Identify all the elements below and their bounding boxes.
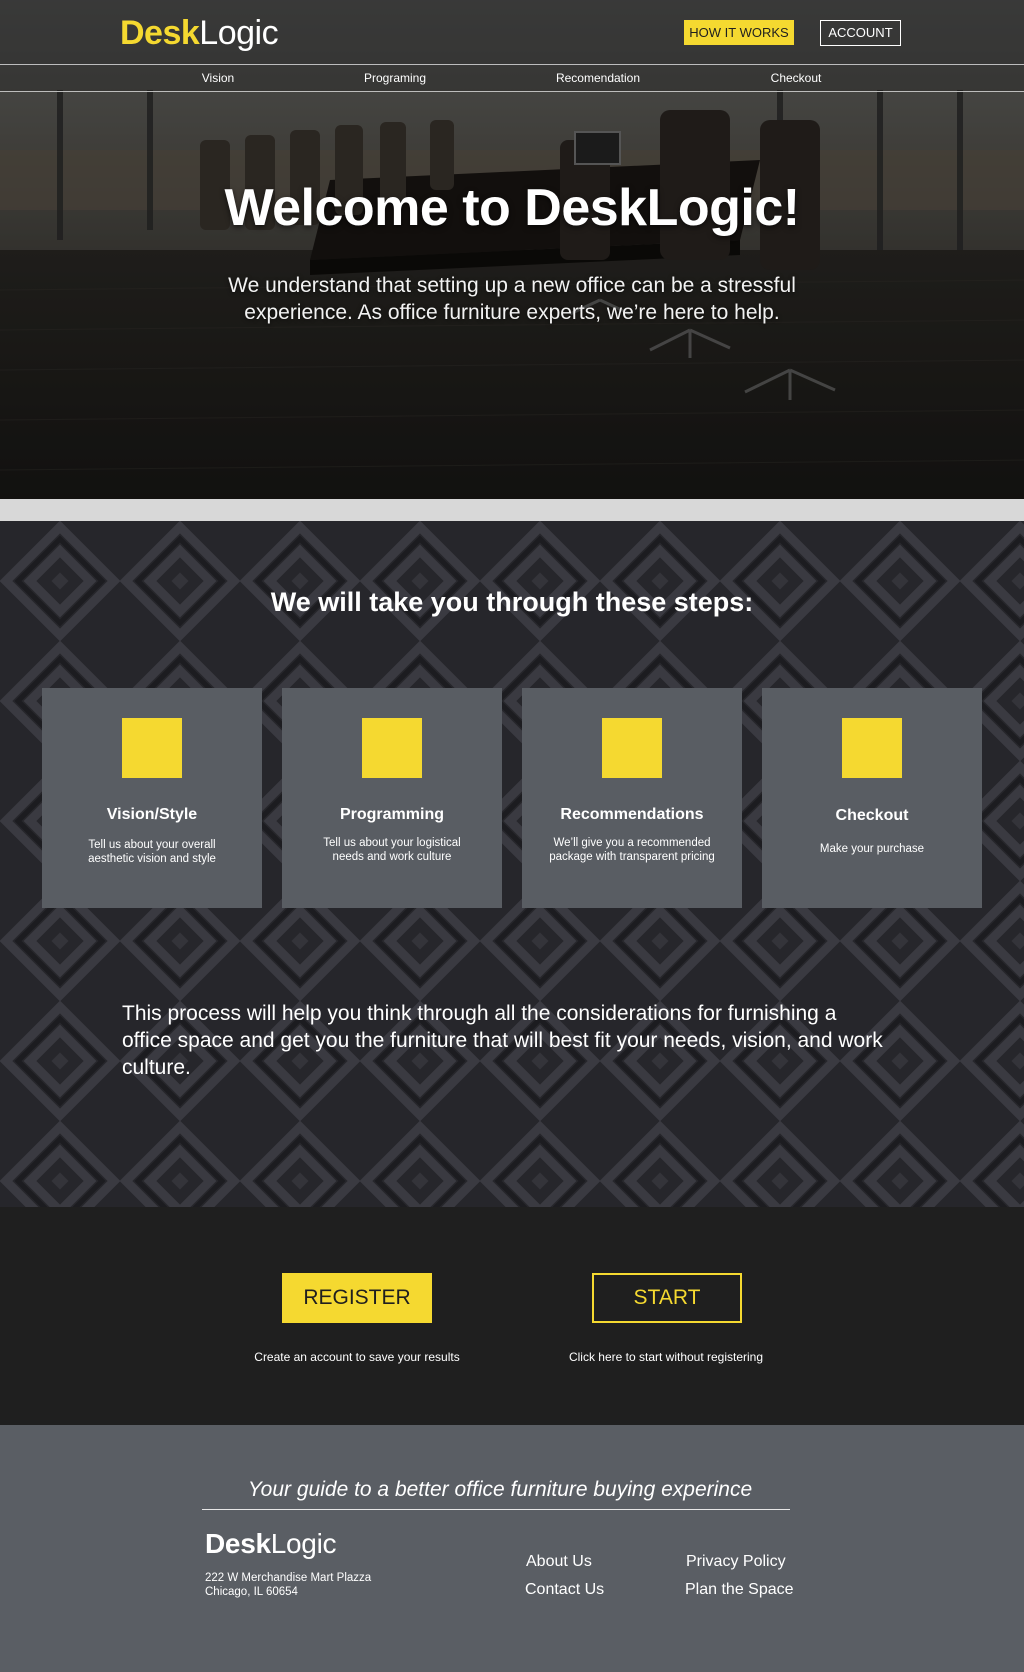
footer-address: 222 W Merchandise Mart Plazza Chicago, I… xyxy=(205,1571,371,1599)
main-nav: Vision Programing Recomendation Checkout xyxy=(0,64,1024,92)
site-logo[interactable]: DeskLogic xyxy=(120,14,279,53)
process-description: This process will help you think through… xyxy=(122,1002,883,1079)
footer-link-plan-the-space[interactable]: Plan the Space xyxy=(685,1581,794,1599)
start-button[interactable]: START xyxy=(592,1273,742,1323)
cta-section: REGISTER Create an account to save your … xyxy=(0,1207,1024,1425)
account-button[interactable]: ACCOUNT xyxy=(820,20,901,46)
section-divider xyxy=(0,499,1024,521)
step-card-description: Tell us about your overall aesthetic vis… xyxy=(88,839,216,865)
how-it-works-button[interactable]: HOW IT WORKS xyxy=(684,20,794,45)
hero-subtitle: We understand that setting up a new offi… xyxy=(228,274,796,324)
step-icon-placeholder xyxy=(602,718,662,778)
step-card-description: Tell us about your logistical needs and … xyxy=(323,837,461,863)
address-line-2: Chicago, IL 60654 xyxy=(205,1586,298,1598)
nav-item-recomendation[interactable]: Recomendation xyxy=(556,71,640,85)
step-card-description: Make your purchase xyxy=(819,843,925,855)
step-card-description: We’ll give you a recommended package wit… xyxy=(549,837,715,863)
hero-title: Welcome to DeskLogic! xyxy=(0,178,1024,238)
step-icon-placeholder xyxy=(362,718,422,778)
hero-section: DeskLogic HOW IT WORKS ACCOUNT Vision Pr… xyxy=(0,0,1024,499)
step-card-checkout[interactable]: Checkout Make your purchase xyxy=(762,688,982,908)
logo-logic: Logic xyxy=(199,14,279,52)
footer: Your guide to a better office furniture … xyxy=(0,1425,1024,1672)
step-icon-placeholder xyxy=(842,718,902,778)
register-button[interactable]: REGISTER xyxy=(282,1273,432,1323)
step-card-title: Programming xyxy=(339,806,444,823)
step-card-title: Recommendations xyxy=(560,806,704,823)
start-caption: Click here to start without registering xyxy=(568,1350,764,1364)
footer-logo-logic: Logic xyxy=(270,1528,337,1559)
footer-divider xyxy=(202,1509,790,1510)
step-card-vision[interactable]: Vision/Style Tell us about your overall … xyxy=(42,688,262,908)
address-line-1: 222 W Merchandise Mart Plazza xyxy=(205,1572,372,1584)
step-card-programming[interactable]: Programming Tell us about your logistica… xyxy=(282,688,502,908)
nav-item-programing[interactable]: Programing xyxy=(364,71,426,85)
hero-title-logic: Logic! xyxy=(646,179,800,237)
footer-logo-desk: Desk xyxy=(205,1528,271,1559)
logo-desk: Desk xyxy=(120,14,200,52)
steps-section: We will take you through these steps: Vi… xyxy=(0,521,1024,1207)
step-icon-placeholder xyxy=(122,718,182,778)
step-card-title: Vision/Style xyxy=(106,806,198,823)
footer-link-privacy-policy[interactable]: Privacy Policy xyxy=(686,1553,786,1571)
step-card-title: Checkout xyxy=(835,807,909,824)
nav-item-checkout[interactable]: Checkout xyxy=(771,71,822,85)
footer-tagline: Your guide to a better office furniture … xyxy=(247,1478,753,1501)
footer-link-contact-us[interactable]: Contact Us xyxy=(525,1581,604,1599)
hero-title-prefix: Welcome to xyxy=(224,179,525,237)
footer-link-about-us[interactable]: About Us xyxy=(526,1553,592,1571)
register-caption: Create an account to save your results xyxy=(254,1350,460,1364)
step-card-recommendations[interactable]: Recommendations We’ll give you a recomme… xyxy=(522,688,742,908)
steps-heading: We will take you through these steps: xyxy=(270,587,754,617)
top-bar: DeskLogic HOW IT WORKS ACCOUNT xyxy=(0,0,1024,64)
hero-title-desk: Desk xyxy=(524,179,647,237)
footer-logo[interactable]: DeskLogic xyxy=(205,1528,337,1560)
nav-item-vision[interactable]: Vision xyxy=(202,71,234,85)
